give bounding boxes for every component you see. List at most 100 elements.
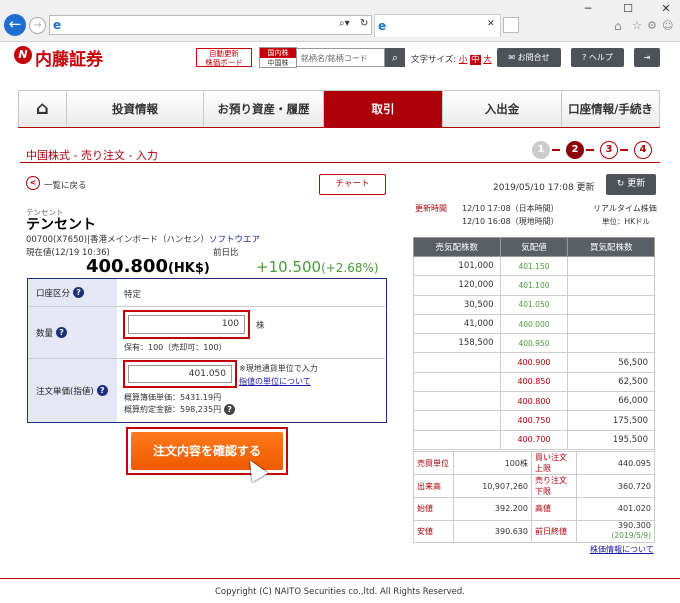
main-nav: ⌂ 投資情報 お預り資産・履歴 取引 入出金 口座情報/手続き xyxy=(18,90,660,128)
step-1: 1 xyxy=(532,141,550,159)
minimize-icon[interactable]: ─ xyxy=(576,2,600,16)
table-row: 400.750 175,500 xyxy=(413,410,655,431)
price-unit-link[interactable]: 指値の単位について xyxy=(239,376,311,387)
ask-price[interactable]: 401.150 xyxy=(499,255,569,277)
maximize-icon[interactable]: ☐ xyxy=(616,2,640,16)
home-icon[interactable]: ⌂ xyxy=(614,19,622,33)
stock-industry[interactable]: ソフトウエア xyxy=(209,235,260,245)
back-chevron-icon[interactable]: < xyxy=(26,176,40,190)
update-time-local: 12/10 16:08（現地時間） xyxy=(462,217,559,226)
update-time-label: 更新時間 xyxy=(415,204,447,213)
bid-price[interactable]: 400.850 xyxy=(499,371,569,393)
price-input-frame: 401.050 xyxy=(123,360,237,388)
logout-button[interactable]: ⇥ xyxy=(634,48,660,67)
chart-button[interactable]: チャート xyxy=(319,174,386,195)
refresh-button[interactable]: ↻ 更新 xyxy=(606,174,656,195)
nav-deposit-withdraw[interactable]: 入出金 xyxy=(443,91,562,127)
help-button[interactable]: ? ヘルプ xyxy=(571,48,624,67)
help-question-icon[interactable]: ? xyxy=(224,404,236,415)
order-form: 口座区分? 特定 数量? 100 株 保有：100（売却可：100） 注文単価(… xyxy=(27,278,387,423)
est-total-text: 概算約定金額：598,235円 xyxy=(124,405,222,414)
nav-assets-history[interactable]: お預り資産・履歴 xyxy=(204,91,324,127)
ask-price[interactable]: 401.050 xyxy=(499,294,569,315)
back-arrow-icon[interactable]: ← xyxy=(4,14,26,36)
nav-investment-info[interactable]: 投資情報 xyxy=(67,91,204,127)
search-dropdown-icon[interactable]: ⌕▾ xyxy=(339,18,350,29)
info-label: 買い注文上限 xyxy=(531,451,577,475)
bid-qty: 175,500 xyxy=(567,410,655,431)
refresh-icon: ↻ xyxy=(616,179,625,189)
stock-search-input[interactable]: 銘柄名/銘柄コード xyxy=(297,48,385,67)
font-small[interactable]: 小 xyxy=(459,55,468,65)
holding-info: 保有：100（売却可：100） xyxy=(124,343,227,352)
prev-close-date: (2019/5/9) xyxy=(611,531,651,541)
last-updated: 2019/05/10 17:08 更新 xyxy=(493,183,595,193)
back-to-list-link[interactable]: 一覧に戻る xyxy=(44,179,87,191)
tab-close-icon[interactable]: ✕ xyxy=(487,19,495,29)
table-row: 400.850 62,500 xyxy=(413,371,655,393)
step-connector xyxy=(552,149,560,151)
ask-price[interactable]: 400.000 xyxy=(499,313,569,335)
table-row: 始値 392.200 高値 401.020 xyxy=(413,497,655,521)
nav-home[interactable]: ⌂ xyxy=(19,91,67,127)
logo-text[interactable]: 内藤証券 xyxy=(35,45,103,70)
home-icon: ⌂ xyxy=(36,98,49,119)
help-question-icon[interactable]: ? xyxy=(56,327,68,338)
help-question-icon[interactable]: ? xyxy=(73,287,85,298)
smiley-icon[interactable]: ☺ xyxy=(662,19,673,32)
favorites-star-icon[interactable]: ☆ xyxy=(632,19,642,32)
unit-label: 単位：HKドル xyxy=(602,217,651,226)
bid-price[interactable]: 400.700 xyxy=(499,429,569,450)
price-value: 400.800 xyxy=(86,256,168,277)
table-row: 出来高 10,907,260 売り注文下限 360.720 xyxy=(413,474,655,498)
help-question-icon[interactable]: ? xyxy=(96,385,108,396)
refresh-icon[interactable]: ↻ xyxy=(360,18,368,29)
ie-tab-icon: e xyxy=(378,19,387,33)
ask-qty xyxy=(413,429,501,450)
bid-price[interactable]: 400.800 xyxy=(499,391,569,412)
search-icon[interactable]: ⌕ xyxy=(385,48,405,67)
bid-price[interactable]: 400.750 xyxy=(499,410,569,431)
nav-trade[interactable]: 取引 xyxy=(324,91,443,127)
new-tab-icon[interactable] xyxy=(503,17,519,33)
step-3: 3 xyxy=(600,141,618,159)
order-book-table: 売気配株数 気配値 買気配株数 101,000 401.150 120,000 40… xyxy=(413,237,655,450)
font-large[interactable]: 大 xyxy=(483,55,492,65)
gear-icon[interactable]: ⚙ xyxy=(647,19,657,32)
prev-change-label: 前日比 xyxy=(213,248,239,258)
ask-price[interactable]: 400.950 xyxy=(499,333,569,354)
font-size-label: 文字サイズ: xyxy=(411,55,457,65)
forward-arrow-icon[interactable]: → xyxy=(29,17,46,34)
bid-qty xyxy=(567,333,655,354)
price-row: 注文単価(指値)? 401.050 ※現地通貨単位で入力 指値の単位について 概… xyxy=(28,359,385,422)
ask-price[interactable]: 401.100 xyxy=(499,275,569,296)
market-china[interactable]: 中国株 xyxy=(260,58,296,68)
bid-price[interactable]: 400.900 xyxy=(499,352,569,373)
auto-update-board-button[interactable]: 自動更新 株価ボード xyxy=(196,48,252,67)
font-mid[interactable]: 中 xyxy=(470,55,481,65)
market-selector[interactable]: 国内株 中国株 xyxy=(259,47,297,68)
nav-account-info[interactable]: 口座情報/手続き xyxy=(562,91,659,127)
step-2: 2 xyxy=(566,141,584,159)
market-domestic[interactable]: 国内株 xyxy=(260,48,296,58)
logo-mark[interactable]: N xyxy=(14,46,32,64)
contact-button[interactable]: ✉ お問合せ xyxy=(497,48,561,67)
table-row: 400.700 195,500 xyxy=(413,429,655,450)
quantity-input[interactable]: 100 xyxy=(128,315,245,334)
address-bar[interactable]: e ⌕▾ ↻ xyxy=(49,15,372,35)
table-row: 売買単位 100株 買い注文上限 440.095 xyxy=(413,451,655,475)
bid-qty: 62,500 xyxy=(567,371,655,393)
font-size-control: 文字サイズ: 小 中 大 xyxy=(411,53,492,65)
info-value: 440.095 xyxy=(576,451,655,475)
table-row: 41,000 400.000 xyxy=(413,313,655,335)
close-icon[interactable]: ✕ xyxy=(654,2,678,16)
stock-code: 00700(X7650)|香港メインボード（ハンセン）ソフトウエア xyxy=(26,233,260,245)
ask-qty xyxy=(413,410,501,431)
browser-tab[interactable]: e ✕ xyxy=(374,14,501,37)
stock-name: テンセント xyxy=(26,217,96,233)
question-icon: ? xyxy=(582,53,587,62)
browser-chrome: ─ ☐ ✕ ← → e ⌕▾ ↻ e ✕ ⌂ ☆ ⚙ ☺ xyxy=(0,0,680,42)
price-input[interactable]: 401.050 xyxy=(128,365,232,383)
mail-icon: ✉ xyxy=(508,53,516,62)
stock-info-link[interactable]: 株価情報について xyxy=(590,544,654,555)
